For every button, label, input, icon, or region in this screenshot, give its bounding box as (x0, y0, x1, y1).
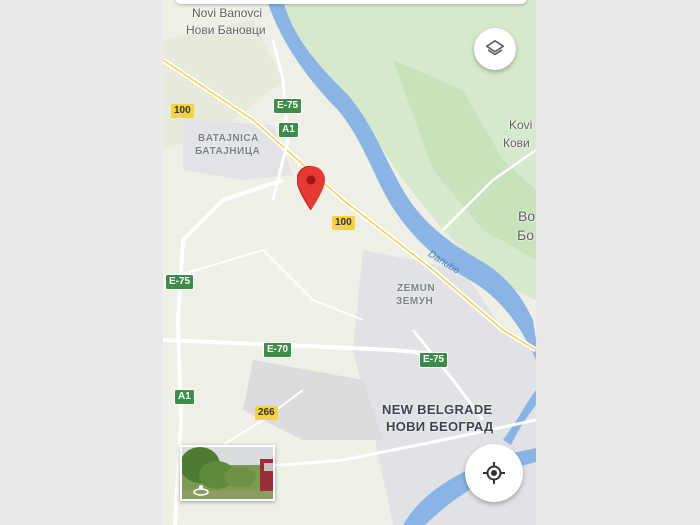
label-batajnica: BATAJNICA (198, 133, 259, 144)
road-shield-a1: A1 (278, 122, 299, 138)
layers-button[interactable] (474, 28, 516, 70)
label-zemun: ZEMUN (397, 283, 436, 294)
road-shield-e75: E-75 (273, 98, 303, 114)
label-new-belgrade: NEW BELGRADE (382, 402, 493, 417)
label-kovi-cyrillic: Кови (503, 136, 530, 150)
road-shield-e70: E-70 (263, 342, 293, 358)
label-novi-banovci: Novi Banovci (192, 6, 263, 20)
layers-icon (485, 39, 505, 56)
road-shield-266: 266 (255, 406, 278, 420)
road-shield-a1: A1 (174, 389, 195, 405)
label-bo: Bo (518, 208, 536, 224)
label-new-belgrade-cyrillic: НОВИ БЕОГРАД (386, 419, 494, 434)
label-zemun-cyrillic: ЗЕМУН (396, 296, 434, 307)
search-bar[interactable] (175, 0, 527, 4)
letterbox-left (0, 0, 163, 525)
location-pin-icon[interactable] (297, 166, 325, 210)
label-batajnica-cyrillic: БАТАЈНИЦА (195, 146, 261, 157)
my-location-icon (483, 462, 505, 484)
label-bo-cyrillic: Бо (517, 227, 534, 243)
road-shield-100: 100 (171, 104, 194, 118)
label-kovi: Kovi (509, 118, 533, 132)
street-view-360-icon (193, 485, 209, 496)
letterbox-right (536, 0, 700, 525)
my-location-button[interactable] (465, 444, 523, 502)
label-novi-banovci-cyrillic: Нови Бановци (186, 23, 266, 37)
road-shield-100: 100 (332, 216, 355, 230)
map-view[interactable]: Novi Banovci Нови Бановци BATAJNICA БАТА… (163, 0, 536, 525)
street-view-thumbnail[interactable] (180, 445, 275, 501)
road-shield-e75: E-75 (165, 274, 195, 290)
road-shield-e75: E-75 (419, 352, 449, 368)
